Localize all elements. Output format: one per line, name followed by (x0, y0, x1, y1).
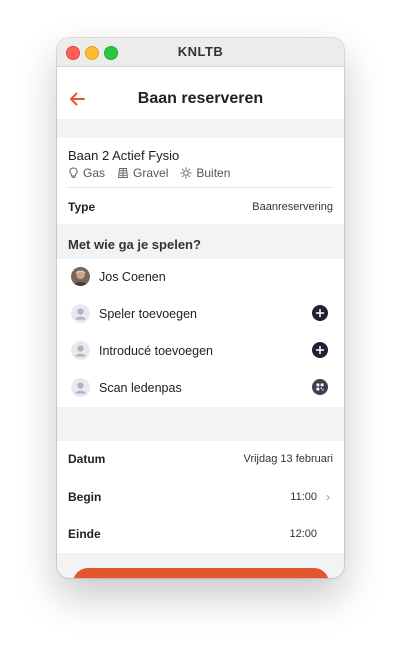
reserve-button[interactable] (73, 568, 329, 578)
page-header: Baan reserveren (57, 67, 344, 119)
player-name: Jos Coenen (99, 270, 166, 284)
start-time-label: Begin (68, 490, 102, 504)
app-window: KNLTB Baan reserveren Baan 2 Actief Fysi… (57, 38, 344, 578)
add-player-button[interactable] (312, 305, 328, 321)
plus-icon (315, 345, 325, 355)
court-attribute-lighting: Gas (68, 166, 105, 180)
scan-member-card-row[interactable]: Scan ledenpas (57, 370, 344, 407)
court-attribute-surface: Gravel (117, 166, 168, 180)
court-name: Baan 2 Actief Fysio (68, 148, 180, 163)
add-guest-button[interactable] (312, 342, 328, 358)
page-title: Baan reserveren (137, 90, 264, 107)
user-placeholder-icon (71, 304, 90, 323)
add-guest-label: Introducé toevoegen (99, 344, 213, 358)
players-section-title: Met wie ga je spelen? (68, 237, 201, 252)
court-attribute-label: Gas (83, 166, 106, 180)
type-value: Baanreservering (252, 201, 333, 213)
date-label: Datum (68, 452, 106, 466)
plus-icon (315, 308, 325, 318)
avatar (71, 267, 90, 286)
court-attribute-label: Buiten (196, 166, 231, 180)
end-time-label: Einde (68, 527, 101, 541)
datetime-card: Datum Vrijdag 13 februari Begin 11:00 › … (57, 441, 344, 553)
court-attribute-location: Buiten (180, 166, 230, 180)
date-value[interactable]: Vrijdag 13 februari (244, 453, 333, 465)
court-surface-icon (118, 168, 129, 178)
sun-icon (180, 167, 193, 179)
qr-icon (316, 383, 324, 391)
scan-member-card-label: Scan ledenpas (99, 381, 182, 395)
type-label: Type (68, 200, 96, 214)
user-placeholder-icon (71, 341, 90, 360)
add-player-row[interactable]: Speler toevoegen (57, 296, 344, 333)
scan-member-card-button[interactable] (312, 379, 328, 395)
add-player-label: Speler toevoegen (99, 307, 197, 321)
chevron-right-icon[interactable]: › (326, 490, 330, 504)
start-time-value[interactable]: 11:00 (290, 491, 317, 503)
divider (68, 187, 333, 188)
add-guest-row[interactable]: Introducé toevoegen (57, 333, 344, 370)
lightbulb-icon (69, 167, 78, 178)
court-info-card: Baan 2 Actief Fysio Gas Gravel Buiten Ty… (57, 138, 344, 224)
end-time-value[interactable]: 12:00 (289, 528, 317, 540)
window-title: KNLTB (177, 44, 224, 59)
court-attributes: Gas Gravel Buiten (68, 166, 242, 180)
window-titlebar: KNLTB (57, 38, 344, 67)
players-list: Jos Coenen Speler toevoegen Introducé to… (57, 259, 344, 407)
player-row-jos-coenen[interactable]: Jos Coenen (57, 259, 344, 296)
user-placeholder-icon (71, 378, 90, 397)
court-attribute-label: Gravel (133, 166, 169, 180)
